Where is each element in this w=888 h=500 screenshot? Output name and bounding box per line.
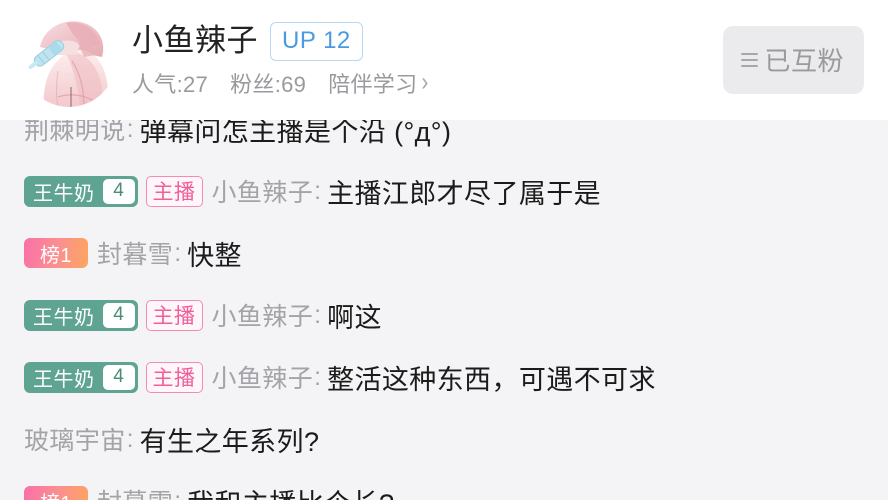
live-stream-chat-panel: 小鱼辣子 UP 12 人气:27 粉丝:69 陪伴学习 › 已互粉 荆棘明说: 弹… — [0, 0, 888, 500]
avatar[interactable] — [22, 13, 116, 107]
chat-username[interactable]: 小鱼辣子 — [212, 173, 314, 209]
rank-badge: 榜1 — [24, 238, 88, 268]
popularity-count: 人气:27 — [132, 71, 209, 97]
chat-message-row[interactable]: 榜1 封暮雪: 快整 — [24, 222, 872, 284]
fan-club-name: 王牛奶 — [33, 306, 95, 329]
mutual-follow-label: 已互粉 — [764, 46, 844, 76]
chat-message-text: 我和主播比个长? — [187, 482, 394, 500]
fan-club-badge: 王牛奶 4 — [24, 299, 138, 331]
chat-message-text: 弹幕问怎主播是个沿 (°д°) — [139, 120, 452, 147]
host-badge: 主播 — [145, 361, 203, 393]
chat-colon: : — [126, 120, 134, 143]
name-line: 小鱼辣子 UP 12 — [132, 21, 723, 61]
chat-colon: : — [314, 362, 322, 391]
fan-club-badge: 王牛奶 4 — [24, 175, 138, 207]
chat-message-list[interactable]: 荆棘明说: 弹幕问怎主播是个沿 (°д°) 王牛奶 4 主播 小鱼辣子: 主播江郎才尽了属于… — [0, 120, 888, 500]
chat-username[interactable]: 封暮雪 — [97, 483, 173, 500]
fans-count: 粉丝:69 — [230, 71, 307, 97]
rank-badge: 榜1 — [24, 486, 88, 500]
up-level-badge: UP 12 — [270, 21, 363, 61]
chat-message-row[interactable]: 荆棘明说: 弹幕问怎主播是个沿 (°д°) — [24, 120, 872, 160]
chat-colon: : — [173, 487, 187, 500]
fan-club-level: 4 — [102, 178, 135, 204]
host-badge: 主播 — [145, 299, 203, 331]
page-title: 小鱼辣子 — [132, 23, 258, 59]
fan-club-level: 4 — [102, 302, 135, 328]
fan-club-level: 4 — [102, 364, 135, 390]
fan-club-name: 王牛奶 — [33, 182, 95, 205]
fan-club-badge: 王牛奶 4 — [24, 361, 138, 393]
chat-colon: : — [314, 176, 322, 205]
chat-username[interactable]: 荆棘明说 — [24, 120, 126, 147]
streamer-avatar-anime-pink-icon — [22, 13, 116, 107]
chat-message-text: 主播江郎才尽了属于是 — [327, 178, 602, 209]
category-link[interactable]: 陪伴学习 › — [328, 67, 429, 99]
chevron-right-icon: › — [421, 67, 429, 97]
mutual-follow-button[interactable]: 已互粉 — [723, 26, 864, 94]
chat-username[interactable]: 封暮雪 — [97, 235, 173, 271]
chat-message-row[interactable]: 王牛奶 4 主播 小鱼辣子: 啊这 — [24, 284, 872, 346]
streamer-header: 小鱼辣子 UP 12 人气:27 粉丝:69 陪伴学习 › 已互粉 — [0, 0, 888, 120]
chat-message-row[interactable]: 榜1 封暮雪:我和主播比个长? — [24, 470, 872, 500]
chat-message-text: 啊这 — [327, 302, 382, 333]
chat-username[interactable]: 小鱼辣子 — [212, 359, 314, 395]
chat-message-text: 快整 — [187, 240, 242, 271]
fan-club-name: 王牛奶 — [33, 368, 95, 391]
header-text-block: 小鱼辣子 UP 12 人气:27 粉丝:69 陪伴学习 › — [132, 21, 723, 99]
chat-message-row[interactable]: 王牛奶 4 主播 小鱼辣子: 主播江郎才尽了属于是 — [24, 160, 872, 222]
chat-message-row[interactable]: 王牛奶 4 主播 小鱼辣子: 整活这种东西，可遇不可求 — [24, 346, 872, 408]
chat-colon: : — [174, 238, 182, 267]
chat-colon: : — [314, 300, 322, 329]
chat-message-text: 整活这种东西，可遇不可求 — [327, 364, 656, 395]
chat-username[interactable]: 小鱼辣子 — [212, 297, 314, 333]
stats-line: 人气:27 粉丝:69 陪伴学习 › — [132, 67, 723, 99]
chat-message-text: 有生之年系列? — [139, 426, 320, 457]
host-badge: 主播 — [145, 175, 203, 207]
chat-message-row[interactable]: 玻璃宇宙: 有生之年系列? — [24, 408, 872, 470]
hamburger-icon — [741, 52, 759, 67]
chat-username[interactable]: 玻璃宇宙 — [24, 421, 126, 457]
category-label: 陪伴学习 — [328, 71, 418, 97]
chat-colon: : — [126, 424, 134, 453]
